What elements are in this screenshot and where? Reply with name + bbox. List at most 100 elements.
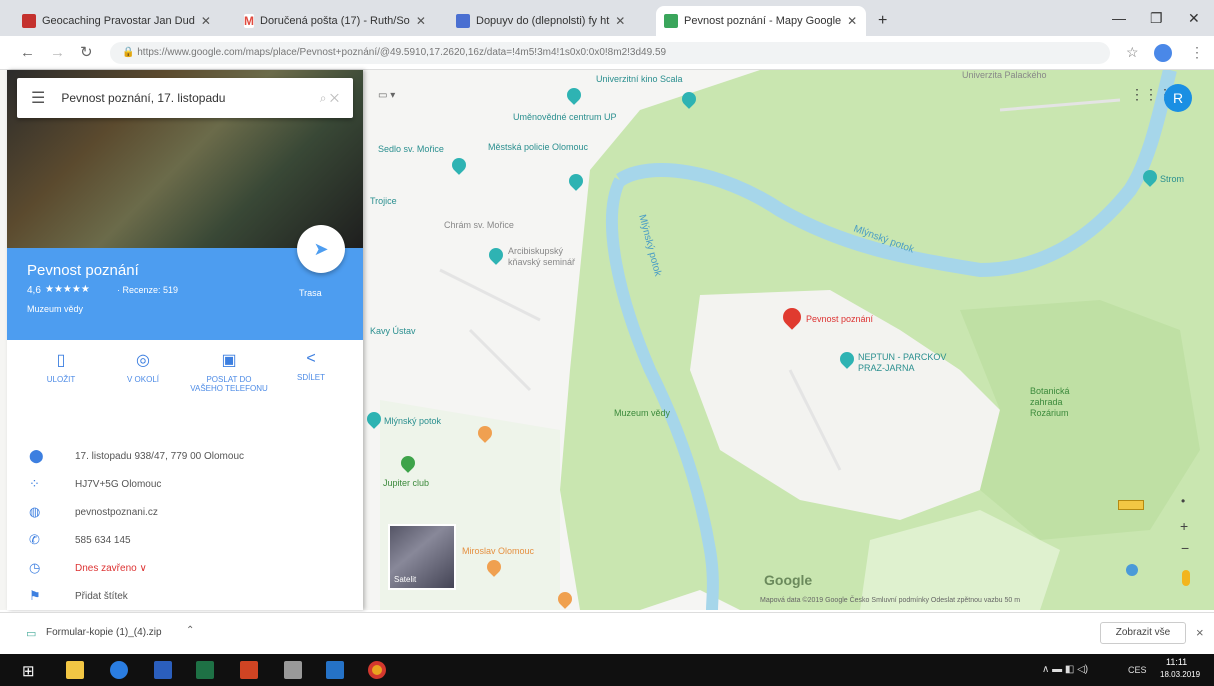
tab-geocaching[interactable]: Geocaching Pravostar Jan Dud ✕ [14,6,234,36]
avatar[interactable]: R [1164,84,1192,112]
place-category[interactable]: Muzeum vědy [27,304,83,314]
tab-docs[interactable]: Dopuyv do (dlepnolsti) fy ht ✕ [448,6,653,36]
phone-call-icon: ✆ [29,532,40,547]
nearby-button[interactable]: ◎ V OKOLÍ [103,350,183,384]
show-all-button[interactable]: Zobrazit vše [1100,622,1186,644]
address-text: 17. listopadu 938/47, 779 00 Olomouc [75,450,245,462]
send-to-phone-button[interactable]: ▣ POSLAT DO VAŠEHO TELEFONU [189,350,269,393]
zoom-out-button[interactable]: − [1181,540,1189,556]
gmail-icon: M [244,14,254,28]
close-icon[interactable]: ✕ [416,14,426,28]
poi-kavy[interactable]: Kavy Ústav [370,326,416,337]
hours-row[interactable]: ◷ Dnes zavřeno ∨ [29,560,147,576]
zoom-in-button[interactable]: + [1180,518,1188,534]
maps-icon [664,14,678,28]
poi-seminar[interactable]: Arcibiskupský kňavský seminář [508,246,588,268]
hours-text: Dnes zavřeno ∨ [75,562,147,574]
directions-button[interactable]: ➤ [297,225,345,273]
poi-muzeum[interactable]: Muzeum vědy [614,408,674,419]
new-tab-button[interactable]: + [870,6,894,36]
forward-icon[interactable]: → [50,44,65,61]
close-icon[interactable]: ✕ [847,14,857,28]
website-text: pevnostpoznani.cz [75,506,158,518]
close-download-bar-button[interactable]: × [1196,625,1204,640]
poi-strom[interactable]: Strom [1160,174,1184,185]
clock-time[interactable]: 11:11 [1166,657,1187,667]
satellite-toggle[interactable]: Satelit [388,524,456,590]
pegman-icon[interactable] [1182,570,1190,586]
minimize-icon[interactable]: — [1112,10,1126,26]
back-icon[interactable]: ← [20,44,35,61]
poi-umeno[interactable]: Uměnovědné centrum UP [513,112,617,123]
poi-miroslav[interactable]: Miroslav Olomouc [462,546,534,557]
maximize-icon[interactable]: ❐ [1150,10,1163,27]
docs-icon [456,14,470,28]
tab-maps[interactable]: Pevnost poznání - Mapy Google ✕ [656,6,866,36]
review-count[interactable]: · Recenze: 519 [117,285,178,295]
poi-jupiter[interactable]: Jupiter club [383,478,443,489]
tab-title: Doručená pošta (17) - Ruth/So [260,15,410,27]
language-indicator[interactable]: CES [1128,665,1147,675]
search-icon[interactable]: ⌕ ✕ [320,91,339,106]
share-button[interactable]: < SDÍLET [271,350,351,382]
chrome-icon[interactable] [368,661,386,679]
add-label-row[interactable]: ⚑ Přidat štítek [29,588,128,604]
download-bar: ▭ Formular-kopie (1)_(4).zip ⌃ Zobrazit … [0,612,1214,654]
star-icon[interactable]: ☆ [1126,44,1139,61]
save-button[interactable]: ▯ ULOŽIT [21,350,101,384]
poi-neptun[interactable]: NEPTUN - PARCKOV PRAZ-JARNA [858,352,968,374]
calculator-icon[interactable] [284,661,302,679]
poi-potok[interactable]: Mlýnský potok [384,416,441,427]
poi-sedlo[interactable]: Sedlo sv. Mořice [378,144,444,155]
route-label[interactable]: Trasa [299,288,322,298]
windows-start-icon[interactable]: ⊞ [22,662,35,680]
reload-icon[interactable]: ↻ [80,43,93,61]
close-icon[interactable]: ✕ [615,14,625,28]
address-bar[interactable]: 🔒 https://www.google.com/maps/place/Pevn… [110,42,1110,64]
poi-pevnost[interactable]: Pevnost poznání [806,314,873,325]
tray-icons[interactable]: ∧ ▬ ◧ ◁) [1042,664,1088,675]
outlook-icon[interactable] [326,661,344,679]
poi-trojice[interactable]: Trojice [370,196,397,207]
address-row[interactable]: ⬤ 17. listopadu 938/47, 779 00 Olomouc [29,448,244,464]
tab-title: Dopuyv do (dlepnolsti) fy ht [476,15,610,27]
nearby-icon: ◎ [136,352,150,369]
poi-chram[interactable]: Chrám sv. Mořice [444,220,514,231]
close-icon[interactable]: ✕ [201,14,211,28]
file-explorer-icon[interactable] [66,661,84,679]
road-sign-icon [1118,500,1144,510]
place-panel: ☰ Pevnost poznání, 17. listopadu ⌕ ✕ Pev… [7,70,363,610]
powerpoint-icon[interactable] [240,661,258,679]
poi-botanicka[interactable]: Botanická zahrada Rozárium [1030,386,1100,419]
word-icon[interactable] [154,661,172,679]
windows-taskbar: ⊞ ∧ ▬ ◧ ◁) CES 11:11 18.03.2019 [0,654,1214,686]
hamburger-menu-icon[interactable]: ☰ [31,88,45,108]
my-location-icon[interactable] [1126,564,1138,576]
plus-code-icon: ⁘ [29,476,40,491]
excel-icon[interactable] [196,661,214,679]
poi-policie[interactable]: Městská policie Olomouc [488,142,598,153]
phone-row[interactable]: ✆ 585 634 145 [29,532,131,548]
file-icon: ▭ [26,628,37,640]
tab-gmail[interactable]: M Doručená pošta (17) - Ruth/So ✕ [236,6,446,36]
compass-icon[interactable]: • [1181,494,1185,508]
search-input[interactable]: Pevnost poznání, 17. listopadu [61,91,225,105]
layers-icon[interactable]: ▭ ▾ [378,90,395,101]
poi-kino[interactable]: Univerzitní kino Scala [596,74,683,85]
flag-icon: ⚑ [29,588,41,603]
clock-icon: ◷ [29,560,41,575]
tab-favicon [22,14,36,28]
profile-icon[interactable] [1154,44,1172,62]
website-row[interactable]: ◍ pevnostpoznani.cz [29,504,158,520]
chevron-up-icon[interactable]: ⌃ [186,625,194,636]
download-item[interactable]: Formular-kopie (1)_(4).zip [46,627,162,638]
menu-dots-icon[interactable]: ⋮ [1190,44,1204,61]
close-window-icon[interactable]: ✕ [1188,10,1200,27]
poi-univerzita[interactable]: Univerzita Palackého [962,70,1047,81]
edge-icon[interactable] [110,661,128,679]
search-box[interactable]: ☰ Pevnost poznání, 17. listopadu ⌕ ✕ [17,78,353,118]
plus-code-row[interactable]: ⁘ HJ7V+5G Olomouc [29,476,161,492]
clock-date[interactable]: 18.03.2019 [1160,670,1200,679]
rating-value: 4,6 [27,285,41,296]
google-logo: Google [764,572,813,588]
